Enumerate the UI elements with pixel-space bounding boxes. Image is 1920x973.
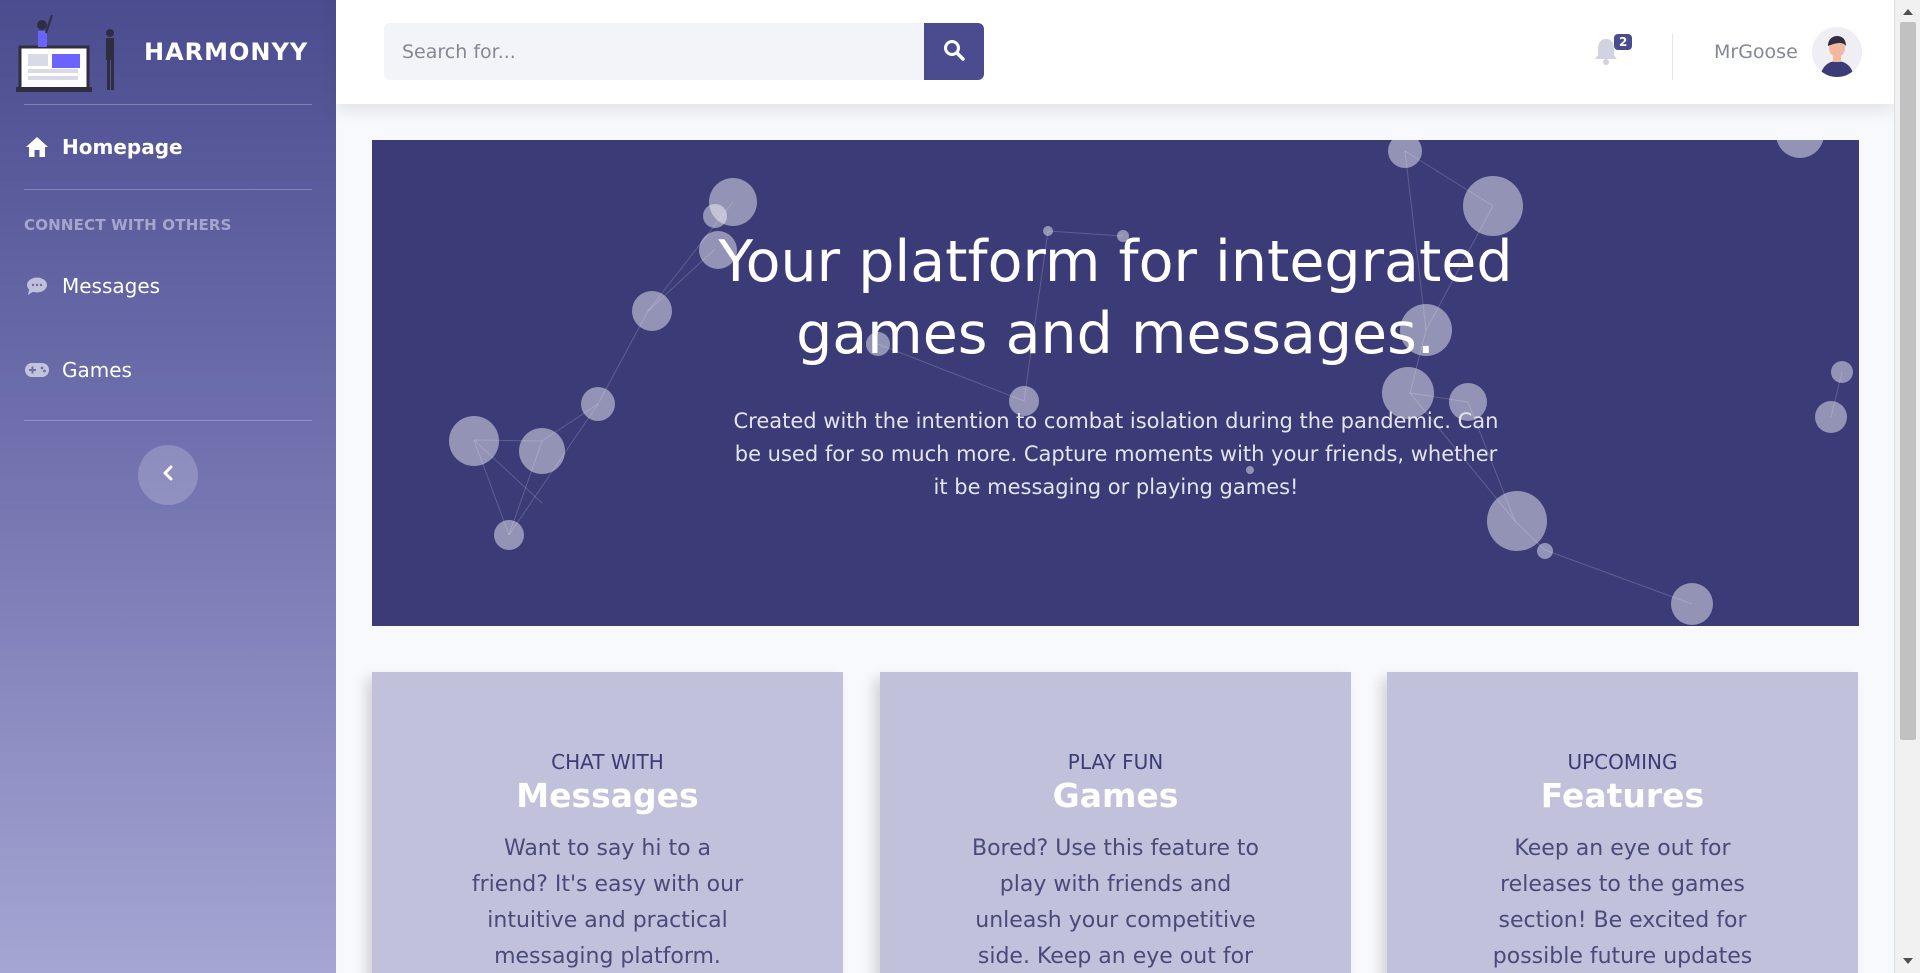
- card-description: Want to say hi to a friend? It's easy wi…: [471, 836, 744, 969]
- sidebar-item-homepage[interactable]: Homepage: [0, 105, 336, 189]
- user-menu[interactable]: MrGoose: [1714, 27, 1862, 77]
- search-icon: [943, 39, 965, 65]
- search-bar: [384, 23, 984, 80]
- particle-network-background: [449, 140, 1853, 625]
- card-kicker: PLAY FUN: [1067, 750, 1164, 774]
- vertical-scrollbar[interactable]: [1894, 0, 1920, 973]
- search-input[interactable]: [384, 23, 924, 80]
- hero-title-line: Your platform for integrated: [718, 229, 1513, 295]
- topbar-divider: [1672, 33, 1673, 80]
- scrollbar-thumb[interactable]: [1900, 22, 1916, 740]
- sidebar-heading: CONNECT WITH OTHERS: [24, 216, 232, 234]
- gamepad-icon: [24, 357, 50, 383]
- brand[interactable]: HARMONYY: [0, 0, 336, 104]
- feature-card-games[interactable]: PLAY FUN Games Bored? Use this feature t…: [880, 672, 1351, 973]
- card-kicker: CHAT WITH: [551, 750, 664, 774]
- sidebar-item-games[interactable]: Games: [0, 320, 336, 420]
- sidebar-item-label: Messages: [62, 274, 161, 298]
- card-title: Games: [1052, 776, 1179, 815]
- sidebar-divider: [24, 420, 312, 421]
- home-icon: [24, 134, 50, 160]
- feature-card-features[interactable]: UPCOMING Features Keep an eye out for re…: [1387, 672, 1858, 973]
- hero-subtitle: Created with the intention to combat iso…: [733, 409, 1499, 499]
- sidebar-item-label: Homepage: [62, 135, 183, 159]
- sidebar-item-messages[interactable]: Messages: [0, 252, 336, 320]
- hero-title: Your platform for integrated games and m…: [372, 226, 1859, 370]
- hero-banner: Your platform for integrated games and m…: [372, 140, 1859, 626]
- feature-card-messages[interactable]: CHAT WITH Messages Want to say hi to a f…: [372, 672, 843, 973]
- user-name: MrGoose: [1714, 41, 1798, 63]
- sidebar-toggle-button[interactable]: [138, 445, 198, 505]
- search-button[interactable]: [924, 23, 984, 80]
- avatar: [1811, 27, 1862, 77]
- scroll-up-arrow-icon[interactable]: [1895, 2, 1920, 22]
- topbar: 2 MrGoose: [336, 0, 1894, 104]
- scroll-down-arrow-icon[interactable]: [1895, 951, 1920, 971]
- notification-badge: 2: [1614, 34, 1633, 50]
- sidebar: HARMONYY Homepage CONNECT WITH OTHERS Me…: [0, 0, 336, 973]
- card-description: Keep an eye out for releases to the game…: [1492, 836, 1753, 969]
- laptop-illustration-icon: [16, 7, 128, 97]
- hero-title-line: games and messages.: [796, 301, 1435, 367]
- card-kicker: UPCOMING: [1567, 750, 1678, 774]
- brand-name: HARMONYY: [144, 38, 309, 66]
- card-title: Features: [1540, 776, 1705, 815]
- sidebar-item-label: Games: [62, 358, 132, 382]
- comment-icon: [24, 273, 50, 299]
- chevron-left-icon: [162, 465, 174, 485]
- card-description: Bored? Use this feature to play with fri…: [971, 836, 1260, 969]
- card-title: Messages: [516, 776, 699, 815]
